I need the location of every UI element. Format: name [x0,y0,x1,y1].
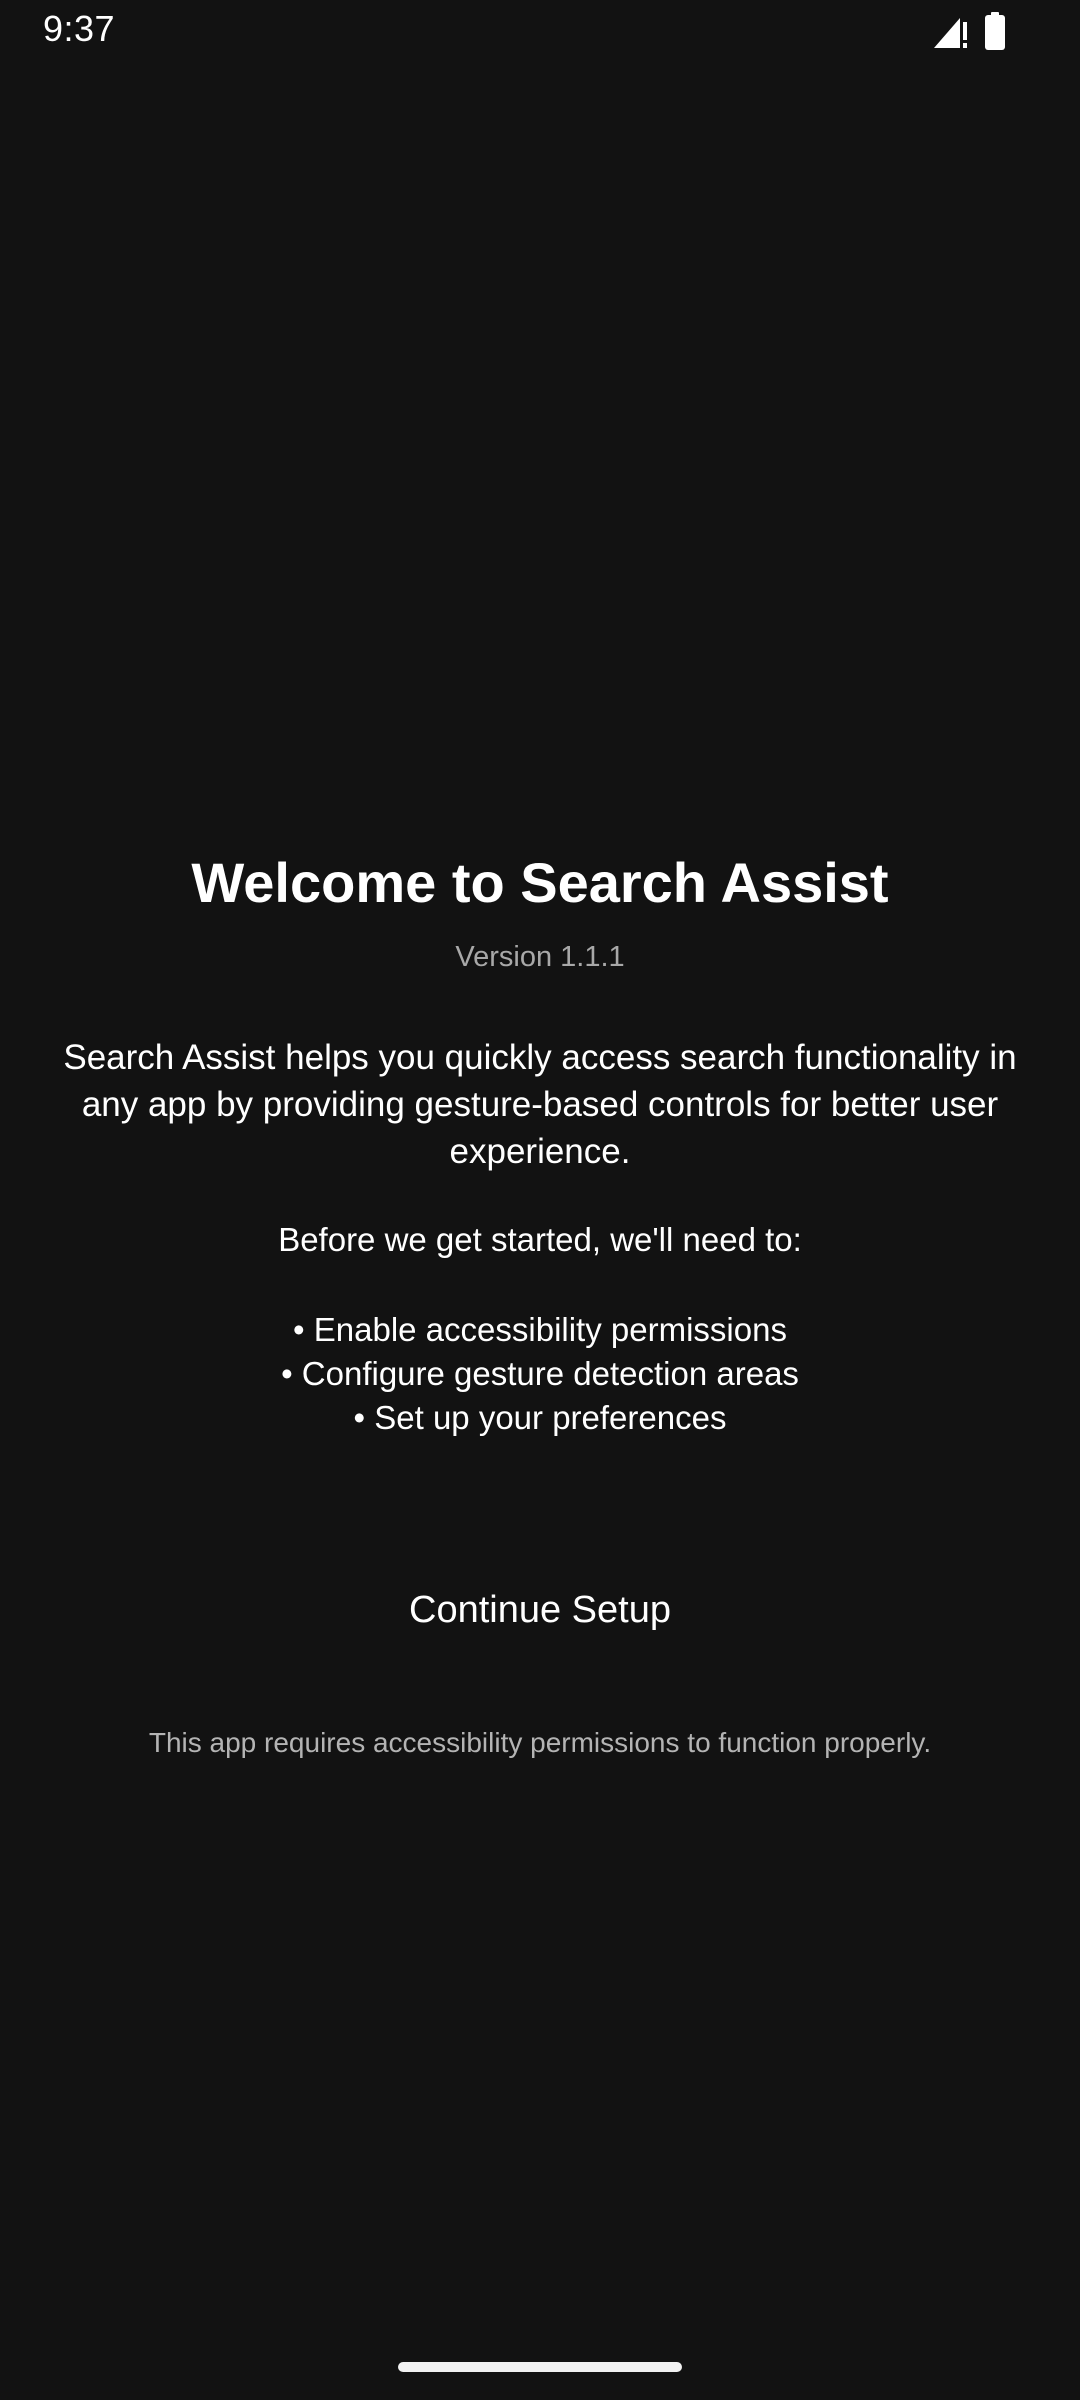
setup-steps-list: • Enable accessibility permissions • Con… [0,1308,1080,1440]
status-time: 9:37 [43,8,116,49]
version-label: Version 1.1.1 [455,941,625,973]
permissions-footnote: This app requires accessibility permissi… [148,1727,932,1758]
app-description: Search Assist helps you quickly access s… [63,1038,1017,1171]
setup-step-gesture-areas: • Configure gesture detection areas [281,1355,799,1392]
continue-setup-button[interactable]: Continue Setup [340,1570,740,1650]
requirements-intro: Before we get started, we'll need to: [278,1221,802,1258]
setup-step-preferences: • Set up your preferences [353,1399,727,1436]
page-title: Welcome to Search Assist [191,851,889,914]
home-indicator[interactable] [398,2362,682,2372]
status-bar: 9:37 [0,0,1080,64]
setup-step-accessibility: • Enable accessibility permissions [293,1311,787,1348]
battery-icon [984,12,1006,50]
signal-icon [932,14,968,50]
